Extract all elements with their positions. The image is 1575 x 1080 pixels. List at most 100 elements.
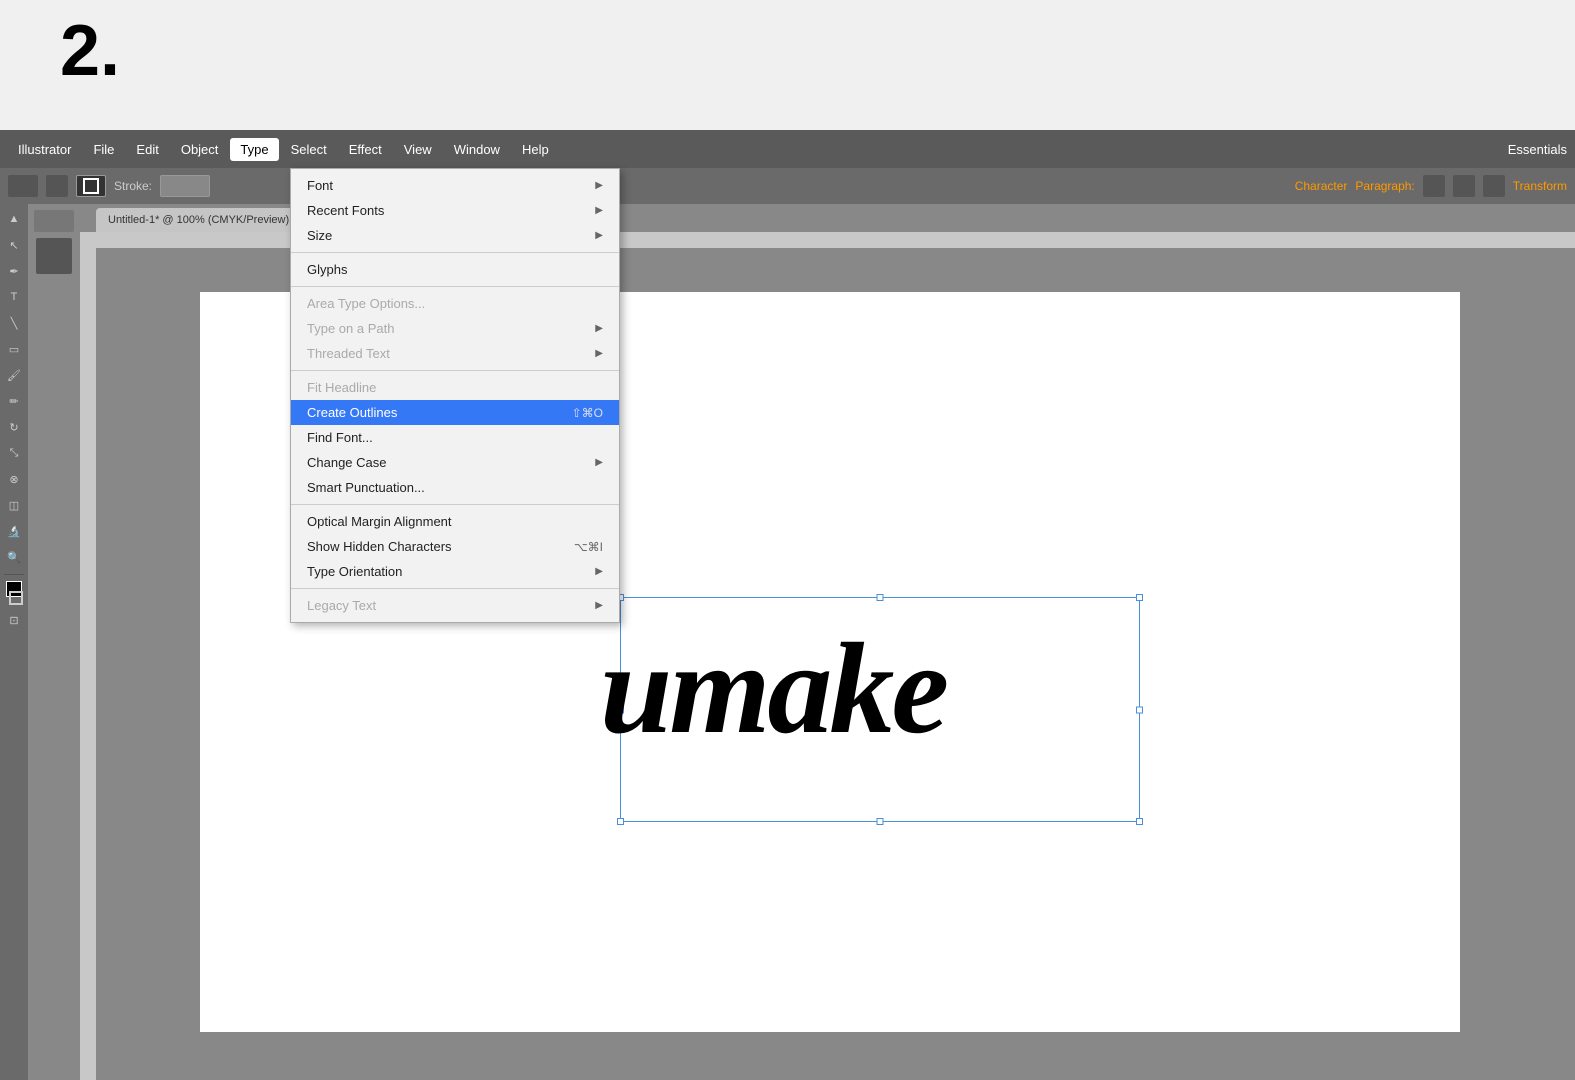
- menu-item-threaded-text-label: Threaded Text: [307, 346, 390, 361]
- tool-direct-select[interactable]: ↖: [3, 234, 25, 256]
- menu-item-glyphs-label: Glyphs: [307, 262, 347, 277]
- menu-item-type-orientation-label: Type Orientation: [307, 564, 402, 579]
- tool-line[interactable]: ╲: [3, 312, 25, 334]
- handle-tr[interactable]: [1136, 594, 1143, 601]
- tool-pen[interactable]: ✒: [3, 260, 25, 282]
- paragraph-link[interactable]: Paragraph:: [1355, 179, 1414, 193]
- menu-item-find-font-label: Find Font...: [307, 430, 373, 445]
- separator-4: [291, 504, 619, 505]
- menu-item-optical-margin-label: Optical Margin Alignment: [307, 514, 452, 529]
- menu-item-glyphs[interactable]: Glyphs: [291, 257, 619, 282]
- stroke-input[interactable]: [160, 175, 210, 197]
- menu-item-show-hidden-shortcut: ⌥⌘I: [574, 540, 603, 554]
- menu-item-fit-headline-label: Fit Headline: [307, 380, 376, 395]
- tool-rotate[interactable]: ↻: [3, 416, 25, 438]
- menubar-type[interactable]: Type: [230, 138, 278, 161]
- menu-item-show-hidden-label: Show Hidden Characters: [307, 539, 452, 554]
- toolbar-right: Character Paragraph: Transform: [1295, 175, 1567, 197]
- align-left-btn[interactable]: [1423, 175, 1445, 197]
- tool-rect[interactable]: ▭: [3, 338, 25, 360]
- stroke-label: Stroke:: [114, 179, 152, 193]
- secondary-panel: [28, 204, 80, 1080]
- tool-screen-mode[interactable]: ⊡: [3, 609, 25, 631]
- essentials-label: Essentials: [1508, 142, 1567, 157]
- toolbar-btn-2[interactable]: [46, 175, 68, 197]
- menu-item-fit-headline: Fit Headline: [291, 375, 619, 400]
- step-number: 2.: [60, 10, 120, 92]
- tool-blend[interactable]: ⊗: [3, 468, 25, 490]
- menu-item-size-arrow: ▶: [595, 230, 603, 241]
- tool-pencil[interactable]: ✏: [3, 390, 25, 412]
- menu-item-smart-punctuation-label: Smart Punctuation...: [307, 480, 425, 495]
- menu-item-type-on-path-arrow: ▶: [595, 323, 603, 334]
- tools-separator: [4, 574, 24, 575]
- menubar-window[interactable]: Window: [444, 138, 510, 161]
- menu-item-change-case[interactable]: Change Case ▶: [291, 450, 619, 475]
- menubar-help[interactable]: Help: [512, 138, 559, 161]
- menu-item-area-type-label: Area Type Options...: [307, 296, 425, 311]
- menubar-illustrator[interactable]: Illustrator: [8, 138, 81, 161]
- menu-item-optical-margin[interactable]: Optical Margin Alignment: [291, 509, 619, 534]
- menu-item-change-case-arrow: ▶: [595, 457, 603, 468]
- tool-gradient[interactable]: ◫: [3, 494, 25, 516]
- menu-item-size[interactable]: Size ▶: [291, 223, 619, 248]
- menu-item-legacy-text: Legacy Text ▶: [291, 593, 619, 618]
- menu-item-legacy-text-label: Legacy Text: [307, 598, 376, 613]
- menu-item-area-type: Area Type Options...: [291, 291, 619, 316]
- color-swatches: [5, 581, 23, 605]
- menubar: Illustrator File Edit Object Type Select…: [0, 130, 1575, 168]
- menubar-select[interactable]: Select: [281, 138, 337, 161]
- align-center-btn[interactable]: [1453, 175, 1475, 197]
- menubar-file[interactable]: File: [83, 138, 124, 161]
- menu-item-recent-fonts-label: Recent Fonts: [307, 203, 384, 218]
- menu-item-create-outlines[interactable]: Create Outlines ⇧⌘O: [291, 400, 619, 425]
- stroke-swatch[interactable]: [9, 591, 23, 605]
- menubar-object[interactable]: Object: [171, 138, 229, 161]
- tool-eyedropper[interactable]: 🔬: [3, 520, 25, 542]
- menu-item-show-hidden[interactable]: Show Hidden Characters ⌥⌘I: [291, 534, 619, 559]
- menu-item-recent-fonts[interactable]: Recent Fonts ▶: [291, 198, 619, 223]
- type-dropdown-menu: Font ▶ Recent Fonts ▶ Size ▶ Glyphs Area…: [290, 168, 620, 623]
- menu-item-change-case-label: Change Case: [307, 455, 387, 470]
- handle-bm[interactable]: [877, 818, 884, 825]
- ruler-vertical: [80, 248, 96, 1080]
- tool-scale[interactable]: ⤡: [3, 442, 25, 464]
- menu-item-threaded-text: Threaded Text ▶: [291, 341, 619, 366]
- canvas-text: umake: [600, 614, 946, 764]
- menu-item-font[interactable]: Font ▶: [291, 173, 619, 198]
- menu-item-smart-punctuation[interactable]: Smart Punctuation...: [291, 475, 619, 500]
- tools-panel: ▲ ↖ ✒ T ╲ ▭ 🖌 ✏ ↻ ⤡ ⊗ ◫ 🔬 🔍 ⊡: [0, 204, 28, 1080]
- tool-paintbrush[interactable]: 🖌: [3, 364, 25, 386]
- menubar-effect[interactable]: Effect: [339, 138, 392, 161]
- menu-item-recent-fonts-arrow: ▶: [595, 205, 603, 216]
- toolbar-mode-btn[interactable]: [8, 175, 38, 197]
- separator-2: [291, 286, 619, 287]
- menu-item-find-font[interactable]: Find Font...: [291, 425, 619, 450]
- tool-select[interactable]: ▲: [3, 208, 25, 230]
- secondary-panel-box: [36, 238, 72, 274]
- menubar-right: Essentials: [1508, 142, 1567, 157]
- secondary-panel-btn[interactable]: [34, 210, 74, 232]
- transform-link[interactable]: Transform: [1513, 179, 1567, 193]
- menu-item-type-orientation[interactable]: Type Orientation ▶: [291, 559, 619, 584]
- handle-bl[interactable]: [617, 818, 624, 825]
- menu-item-font-label: Font: [307, 178, 333, 193]
- menu-item-threaded-text-arrow: ▶: [595, 348, 603, 359]
- tool-zoom[interactable]: 🔍: [3, 546, 25, 568]
- tool-type[interactable]: T: [3, 286, 25, 308]
- stroke-preview: [76, 175, 106, 197]
- menu-item-create-outlines-label: Create Outlines: [307, 405, 397, 420]
- menu-item-type-on-path-label: Type on a Path: [307, 321, 394, 336]
- character-link[interactable]: Character: [1295, 179, 1348, 193]
- toolbar: Stroke: Character Paragraph: Transform: [0, 168, 1575, 204]
- menubar-edit[interactable]: Edit: [126, 138, 168, 161]
- handle-mr[interactable]: [1136, 706, 1143, 713]
- separator-3: [291, 370, 619, 371]
- separator-1: [291, 252, 619, 253]
- menubar-view[interactable]: View: [394, 138, 442, 161]
- handle-br[interactable]: [1136, 818, 1143, 825]
- align-right-btn[interactable]: [1483, 175, 1505, 197]
- menu-item-font-arrow: ▶: [595, 180, 603, 191]
- handle-tm[interactable]: [877, 594, 884, 601]
- document-tab[interactable]: Untitled-1* @ 100% (CMYK/Preview): [96, 208, 301, 232]
